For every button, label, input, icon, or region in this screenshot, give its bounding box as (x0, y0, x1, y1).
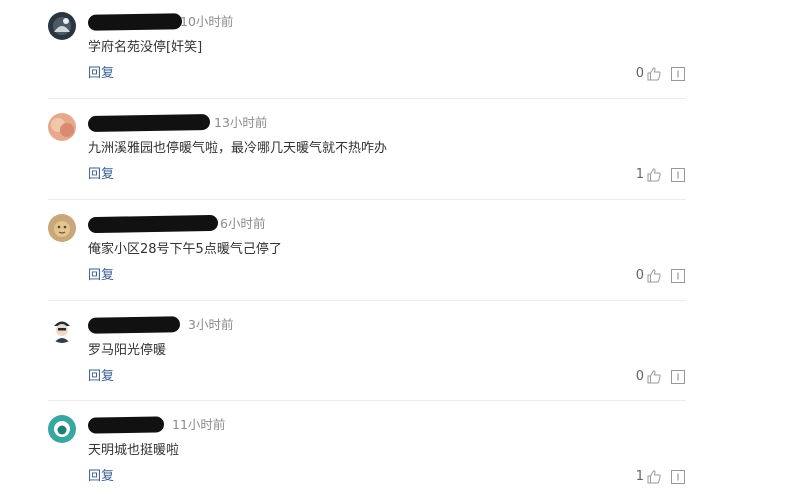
username-redacted[interactable] (87, 13, 183, 31)
like-count: 1 (635, 469, 644, 484)
like-count: 1 (635, 167, 644, 182)
comment-text: 天明城也挺暖啦 (88, 443, 180, 458)
username-redacted[interactable] (87, 416, 165, 434)
avatar[interactable] (48, 12, 76, 40)
thumbs-up-icon[interactable] (646, 469, 662, 485)
comment-text: 罗马阳光停暖 (88, 343, 167, 358)
comment-item: 11小时前 天明城也挺暖啦 回复 1 (0, 403, 796, 503)
like-count: 0 (635, 66, 644, 81)
username-redacted[interactable] (87, 214, 219, 234)
divider (48, 98, 686, 99)
thumbs-up-icon[interactable] (646, 369, 662, 385)
comment-time: 10小时前 (180, 14, 234, 29)
thumbs-up-icon[interactable] (646, 66, 662, 82)
username-redacted[interactable] (87, 113, 211, 133)
comment-item: 10小时前 学府名苑没停[奸笑] 回复 0 (0, 0, 796, 100)
thumbs-up-icon[interactable] (646, 268, 662, 284)
reply-link[interactable]: 回复 (88, 64, 114, 84)
username-redacted[interactable] (87, 316, 181, 334)
reply-link[interactable]: 回复 (88, 367, 114, 387)
reply-link[interactable]: 回复 (88, 467, 114, 487)
reply-link[interactable]: 回复 (88, 266, 114, 286)
report-flag-icon[interactable] (671, 168, 685, 182)
comment-time: 13小时前 (214, 115, 268, 130)
thumbs-up-icon[interactable] (646, 167, 662, 183)
divider (48, 400, 686, 401)
report-flag-icon[interactable] (671, 370, 685, 384)
comment-item: 6小时前 俺家小区28号下午5点暖气己停了 回复 0 (0, 202, 796, 302)
report-flag-icon[interactable] (671, 269, 685, 283)
report-flag-icon[interactable] (671, 470, 685, 484)
reply-link[interactable]: 回复 (88, 165, 114, 185)
comment-text: 九洲溪雅园也停暖气啦，最冷哪几天暖气就不热咋办 (88, 141, 388, 156)
like-count: 0 (635, 268, 644, 283)
comment-text: 俺家小区28号下午5点暖气己停了 (88, 242, 282, 257)
divider (48, 300, 686, 301)
comment-text: 学府名苑没停[奸笑] (88, 40, 203, 55)
avatar[interactable] (48, 415, 76, 443)
comment-item: 13小时前 九洲溪雅园也停暖气啦，最冷哪几天暖气就不热咋办 回复 1 (0, 101, 796, 201)
like-count: 0 (635, 369, 644, 384)
divider (48, 199, 686, 200)
avatar[interactable] (48, 113, 76, 141)
avatar[interactable] (48, 315, 76, 343)
avatar[interactable] (48, 214, 76, 242)
report-flag-icon[interactable] (671, 67, 685, 81)
comment-time: 6小时前 (220, 216, 266, 231)
comment-time: 3小时前 (188, 317, 234, 332)
comment-time: 11小时前 (172, 417, 226, 432)
comment-item: 3小时前 罗马阳光停暖 回复 0 (0, 303, 796, 403)
